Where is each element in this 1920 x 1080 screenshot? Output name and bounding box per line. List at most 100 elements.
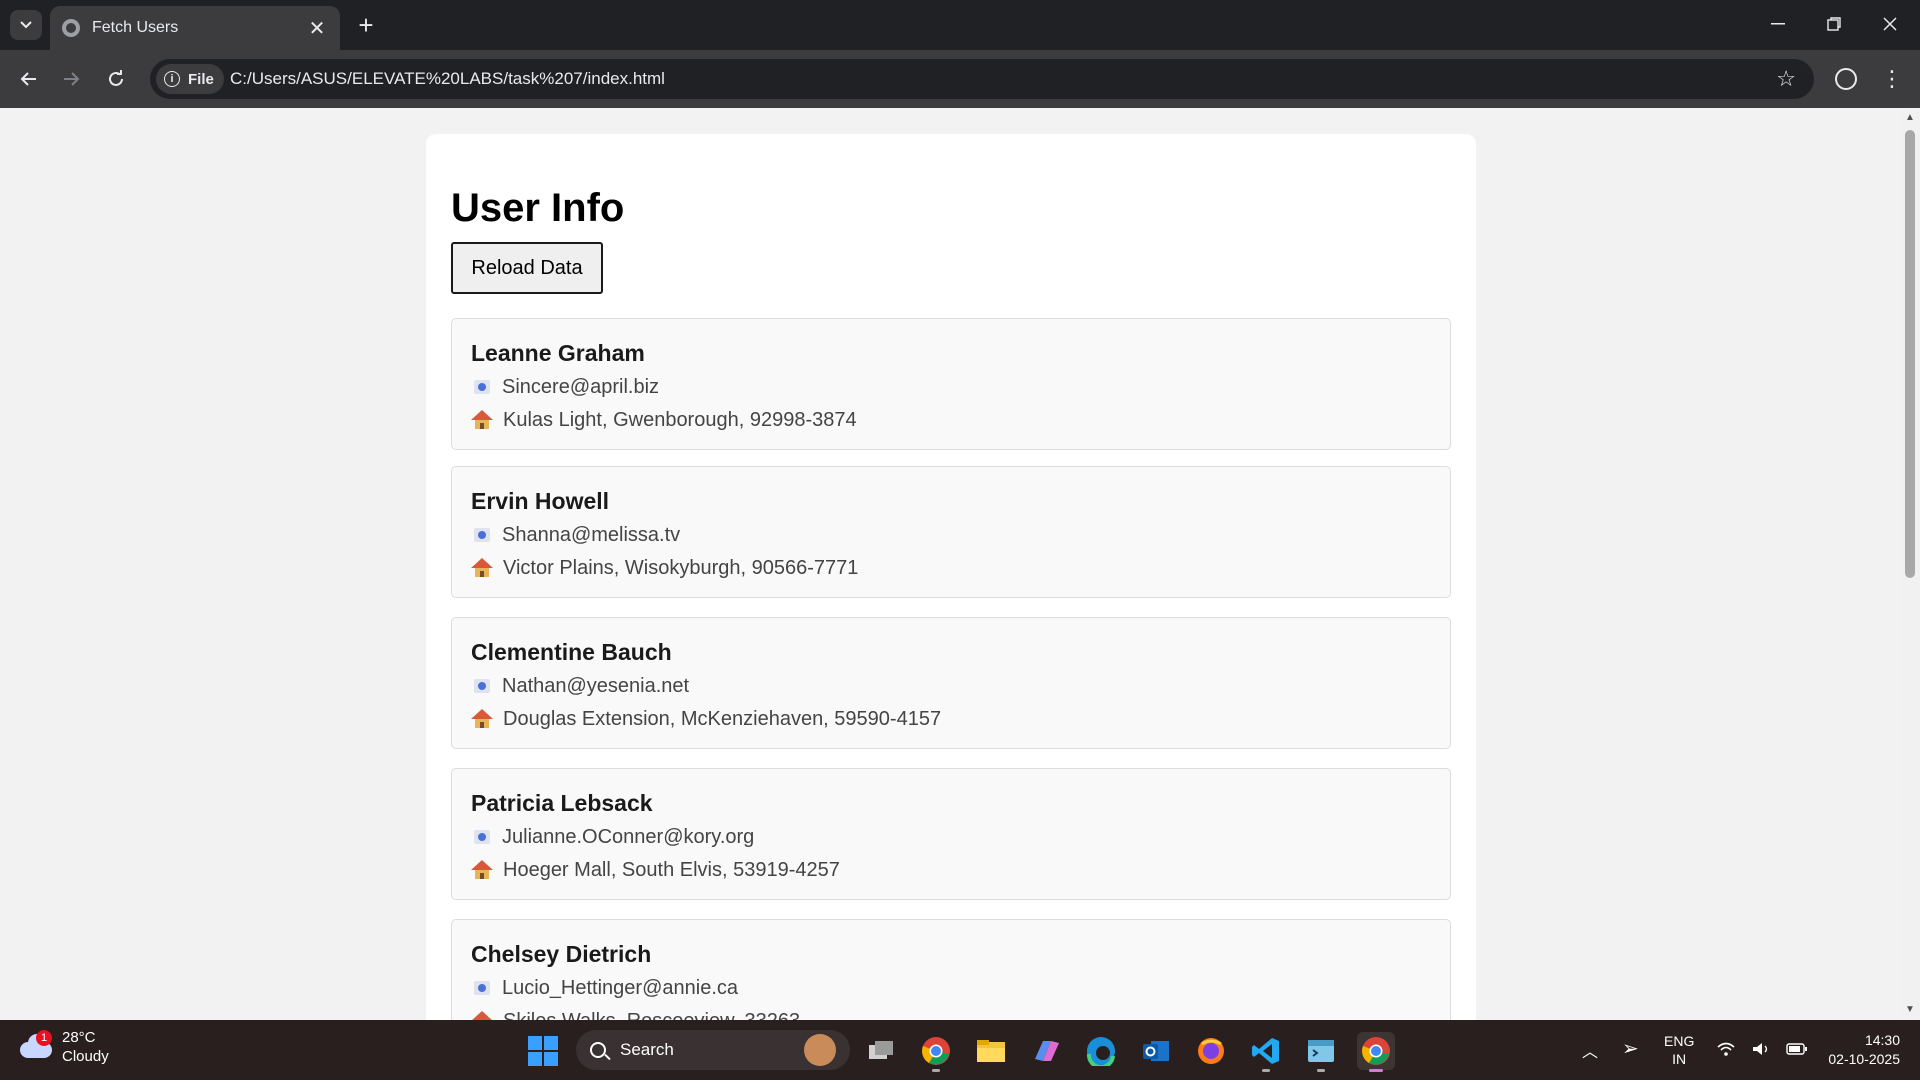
user-address-row: Skiles Walks, Roscoeview, 33263 — [471, 1008, 1431, 1020]
region-code: IN — [1672, 1051, 1687, 1067]
chrome-app-icon[interactable] — [917, 1032, 955, 1072]
system-tray-icons[interactable] — [1716, 1038, 1808, 1059]
user-card: Chelsey Dietrich Lucio_Hettinger@annie.c… — [451, 919, 1451, 1020]
bookmark-star-icon[interactable]: ☆ — [1776, 66, 1796, 92]
chevron-down-icon — [20, 21, 32, 29]
user-address: Kulas Light, Gwenborough, 92998-3874 — [503, 409, 857, 431]
location-arrow-icon[interactable]: ➢ — [1622, 1036, 1639, 1061]
user-email-row: Julianne.OConner@kory.org — [471, 824, 1431, 850]
reload-data-button[interactable]: Reload Data — [451, 242, 603, 294]
file-explorer-icon[interactable] — [972, 1032, 1010, 1070]
browser-tab-bar: Fetch Users ✕ + — [0, 0, 1920, 50]
chrome-active-app-icon[interactable] — [1357, 1032, 1395, 1072]
house-icon — [471, 709, 493, 729]
scroll-up-icon[interactable]: ▲ — [1904, 112, 1916, 124]
house-icon — [471, 558, 493, 578]
scroll-down-icon[interactable]: ▼ — [1904, 1004, 1916, 1016]
outlook-icon[interactable] — [1137, 1032, 1175, 1070]
restore-icon — [1827, 17, 1841, 31]
user-card: Patricia Lebsack Julianne.OConner@kory.o… — [451, 768, 1451, 900]
notification-badge: 1 — [36, 1030, 52, 1046]
volume-icon — [1753, 1043, 1768, 1056]
envelope-icon — [474, 380, 490, 394]
back-button[interactable] — [10, 62, 46, 96]
restore-button[interactable] — [1814, 8, 1854, 40]
tab-title: Fetch Users — [92, 19, 179, 36]
user-email-row: Sincere@april.biz — [471, 374, 1431, 400]
terminal-icon[interactable] — [1302, 1032, 1340, 1072]
address-bar[interactable]: i File C:/Users/ASUS/ELEVATE%20LABS/task… — [150, 59, 1814, 99]
arrow-left-icon — [20, 72, 36, 86]
weather-widget[interactable]: 1 28°C Cloudy — [20, 1028, 109, 1066]
user-email: Lucio_Hettinger@annie.ca — [502, 977, 739, 999]
user-name: Clementine Bauch — [471, 639, 672, 665]
info-icon: i — [164, 71, 180, 87]
chevron-up-icon[interactable]: ︿ — [1582, 1038, 1598, 1062]
site-info-chip[interactable]: i File — [156, 64, 224, 94]
user-address: Douglas Extension, McKenziehaven, 59590-… — [503, 708, 942, 730]
user-name: Patricia Lebsack — [471, 790, 653, 816]
profile-button[interactable] — [1830, 63, 1862, 95]
page-viewport: User Info Reload Data Leanne Graham Sinc… — [0, 108, 1900, 1020]
task-view-icon[interactable] — [862, 1032, 900, 1070]
user-email-row: Lucio_Hettinger@annie.ca — [471, 975, 1431, 1001]
user-name: Ervin Howell — [471, 488, 610, 514]
windows-taskbar: 1 28°C Cloudy Search ︿ ➢ ENG IN 14:30 02… — [0, 1020, 1920, 1080]
user-email: Sincere@april.biz — [502, 376, 660, 398]
close-window-button[interactable] — [1870, 8, 1910, 40]
taskbar-search[interactable]: Search — [576, 1030, 850, 1070]
url-text[interactable]: C:/Users/ASUS/ELEVATE%20LABS/task%207/in… — [230, 69, 665, 89]
globe-icon — [62, 19, 80, 37]
envelope-icon — [474, 528, 490, 542]
new-tab-button[interactable]: + — [350, 10, 382, 40]
close-tab-icon[interactable]: ✕ — [306, 16, 328, 41]
reload-page-button[interactable] — [98, 62, 134, 96]
windows-start-icon[interactable] — [528, 1036, 558, 1066]
wifi-icon — [1717, 1042, 1735, 1057]
house-icon — [471, 1011, 493, 1020]
user-card: Ervin Howell Shanna@melissa.tv Victor Pl… — [451, 466, 1451, 598]
user-name: Leanne Graham — [471, 340, 645, 366]
user-address-row: Kulas Light, Gwenborough, 92998-3874 — [471, 407, 1431, 433]
system-clock[interactable]: 14:30 02-10-2025 — [1812, 1031, 1900, 1069]
clock-date: 02-10-2025 — [1828, 1051, 1900, 1067]
user-card: Clementine Bauch Nathan@yesenia.net Doug… — [451, 617, 1451, 749]
copilot-icon[interactable] — [1027, 1032, 1065, 1070]
weather-temperature: 28°C — [62, 1029, 96, 1046]
browser-menu-button[interactable]: ⋮ — [1876, 63, 1908, 95]
envelope-icon — [474, 981, 490, 995]
forward-button[interactable] — [54, 62, 90, 96]
vscode-icon[interactable] — [1247, 1032, 1285, 1072]
house-icon — [471, 860, 493, 880]
user-email-row: Shanna@melissa.tv — [471, 522, 1431, 548]
page-scrollbar[interactable]: ▲ ▼ — [1900, 108, 1920, 1020]
battery-icon — [1786, 1043, 1808, 1055]
language-indicator[interactable]: ENG IN — [1664, 1032, 1694, 1068]
search-label: Search — [620, 1040, 674, 1059]
envelope-icon — [474, 830, 490, 844]
user-address: Skiles Walks, Roscoeview, 33263 — [503, 1008, 800, 1020]
scroll-thumb[interactable] — [1905, 130, 1915, 578]
browser-toolbar: i File C:/Users/ASUS/ELEVATE%20LABS/task… — [0, 50, 1920, 108]
page-title: User Info — [451, 186, 625, 230]
edge-icon[interactable] — [1082, 1032, 1120, 1070]
tab-search-button[interactable] — [10, 10, 42, 40]
user-email: Julianne.OConner@kory.org — [502, 826, 755, 848]
user-address-row: Victor Plains, Wisokyburgh, 90566-7771 — [471, 555, 1431, 581]
user-address: Hoeger Mall, South Elvis, 53919-4257 — [503, 859, 840, 881]
envelope-icon — [474, 679, 490, 693]
clock-time: 14:30 — [1864, 1032, 1900, 1048]
user-email: Nathan@yesenia.net — [502, 675, 690, 697]
language-code: ENG — [1664, 1033, 1695, 1049]
refresh-icon — [109, 70, 123, 86]
user-email-row: Nathan@yesenia.net — [471, 673, 1431, 699]
minimize-button[interactable] — [1758, 8, 1798, 40]
user-email: Shanna@melissa.tv — [502, 524, 681, 546]
arrow-right-icon — [64, 72, 80, 86]
active-tab[interactable]: Fetch Users ✕ — [50, 6, 340, 50]
minimize-icon — [1771, 23, 1785, 25]
weather-description: Cloudy — [62, 1048, 109, 1065]
search-highlight-icon — [804, 1034, 836, 1066]
firefox-icon[interactable] — [1192, 1032, 1230, 1070]
profile-icon — [1835, 68, 1857, 90]
